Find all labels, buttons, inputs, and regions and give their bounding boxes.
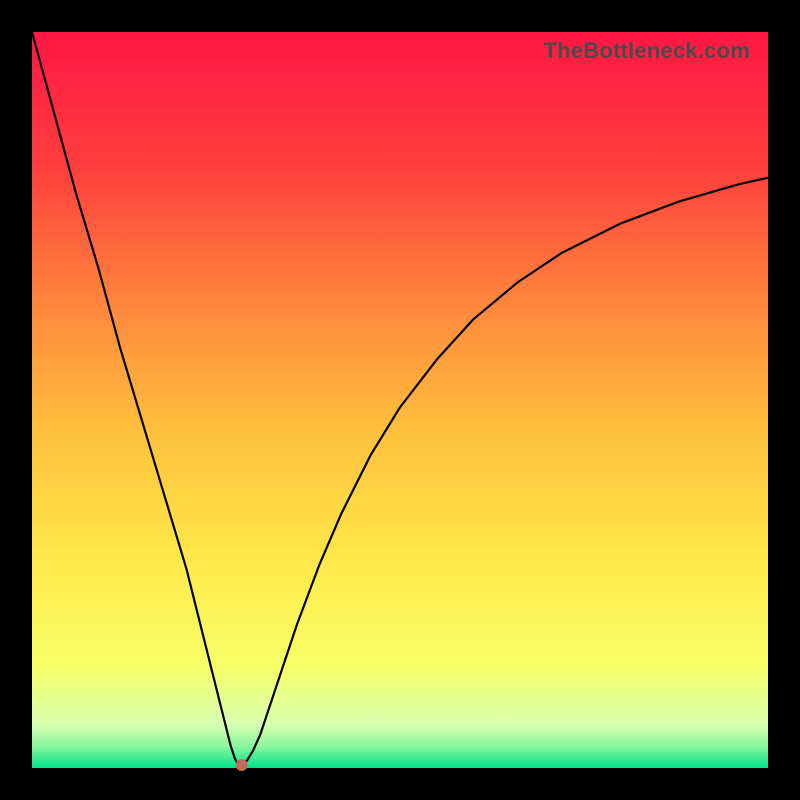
plot-area: TheBottleneck.com: [32, 32, 768, 768]
bottleneck-curve-svg: [32, 32, 768, 768]
chart-frame: TheBottleneck.com: [0, 0, 800, 800]
optimal-point-marker: [236, 759, 248, 771]
bottleneck-curve-path: [32, 32, 768, 765]
